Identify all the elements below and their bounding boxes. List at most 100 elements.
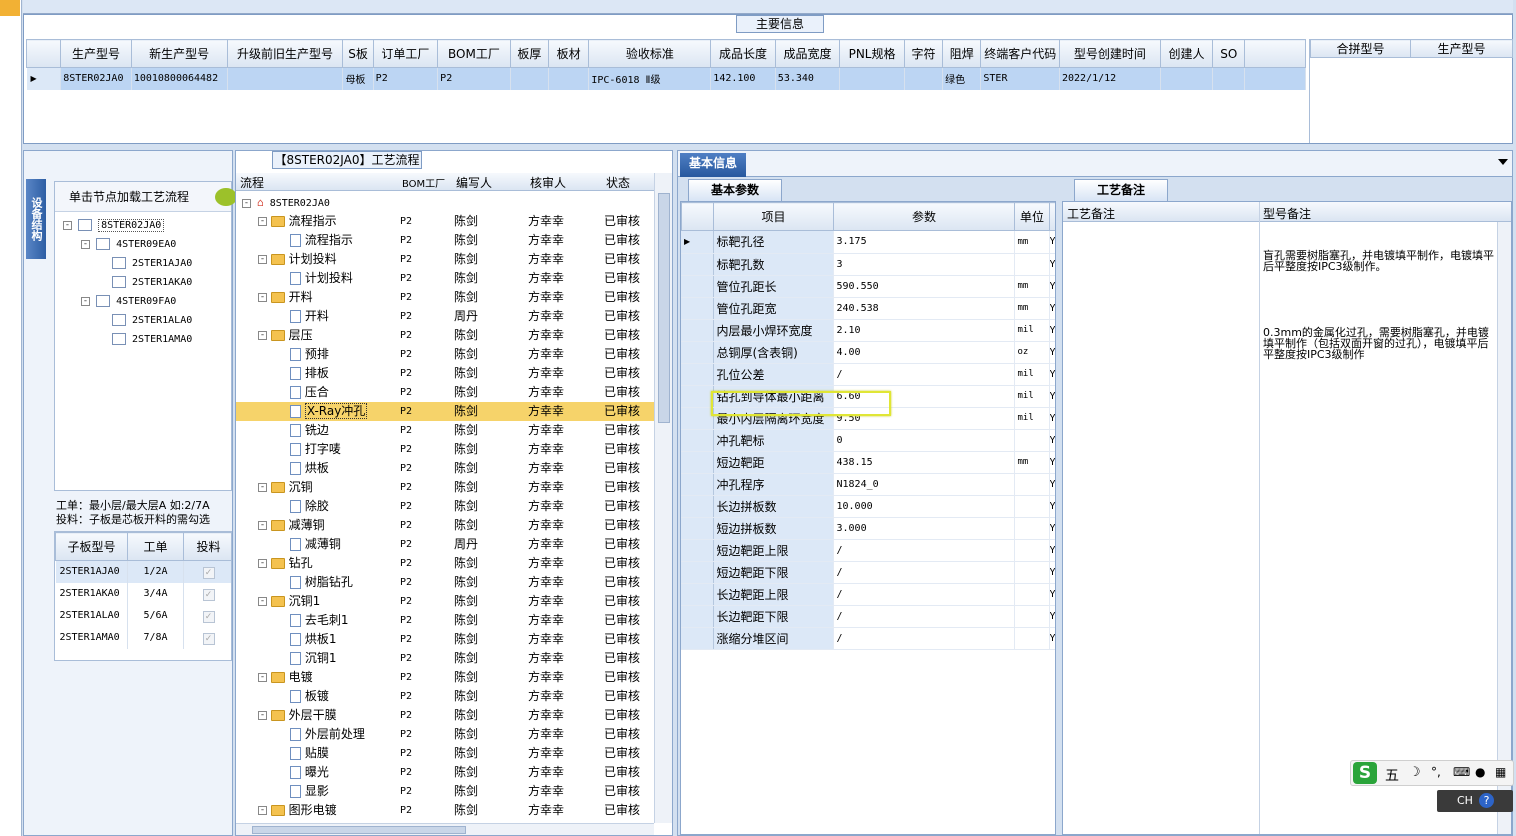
collapse-icon[interactable]: -: [258, 293, 267, 302]
param-row[interactable]: 短边靶距上限 / Y: [681, 539, 1055, 562]
flow-row[interactable]: 预排 P2 陈剑 方幸幸 已审核: [236, 345, 654, 364]
param-row[interactable]: 涨缩分堆区间 / Y: [681, 627, 1055, 650]
col-6[interactable]: 板厚: [509, 39, 550, 68]
collapse-icon[interactable]: -: [81, 296, 90, 306]
tree-node[interactable]: 2STER1AJA0: [99, 254, 192, 273]
lang-bar[interactable]: CH ?: [1437, 790, 1513, 812]
cell-13[interactable]: 绿色: [942, 67, 982, 90]
punct-icon[interactable]: °,: [1431, 765, 1441, 779]
col-0[interactable]: 生产型号: [60, 39, 132, 68]
grid-icon[interactable]: ▦: [1495, 765, 1506, 779]
param-row[interactable]: 长边靶距上限 / Y: [681, 583, 1055, 606]
flow-row[interactable]: 打字唛 P2 陈剑 方幸幸 已审核: [236, 440, 654, 459]
col-checker[interactable]: 核审人: [530, 174, 566, 191]
param-row[interactable]: 冲孔程序 N1824_0 Y: [681, 473, 1055, 496]
flow-row[interactable]: - 计划投料 P2 陈剑 方幸幸 已审核: [236, 250, 654, 269]
remark-scrollbar[interactable]: [1497, 222, 1511, 834]
table-row[interactable]: 2STER1ALA0 5/6A ✓: [55, 604, 231, 627]
row-indicator[interactable]: [681, 385, 714, 408]
col-model-remark[interactable]: 型号备注: [1263, 205, 1311, 222]
flow-row[interactable]: 流程指示 P2 陈剑 方幸幸 已审核: [236, 231, 654, 250]
col-10[interactable]: 成品宽度: [774, 39, 841, 68]
row-indicator[interactable]: [681, 319, 714, 342]
collapse-icon[interactable]: -: [258, 521, 267, 530]
collapse-icon[interactable]: -: [258, 711, 267, 720]
flow-row[interactable]: X-Ray冲孔 P2 陈剑 方幸幸 已审核: [236, 402, 654, 421]
tab-dropdown-arrow[interactable]: [1498, 159, 1508, 165]
checkbox[interactable]: ✓: [202, 567, 215, 580]
cell-16[interactable]: [1160, 67, 1214, 90]
cell-0[interactable]: 8STER02JA0: [60, 67, 132, 90]
collapse-icon[interactable]: -: [258, 806, 267, 815]
flow-tree[interactable]: - ⌂ 8STER02JA0- 流程指示 P2 陈剑 方幸幸 已审核 流程指示 P2 陈剑方…: [236, 193, 654, 823]
param-row[interactable]: 孔位公差 / mil Y: [681, 363, 1055, 386]
cell-3[interactable]: 母板: [342, 67, 374, 90]
flow-row[interactable]: 沉铜1 P2 陈剑 方幸幸 已审核: [236, 649, 654, 668]
flow-row[interactable]: - 图形电镀 P2 陈剑 方幸幸 已审核: [236, 801, 654, 820]
user-icon[interactable]: ●: [1475, 765, 1485, 779]
row-indicator[interactable]: [681, 561, 714, 584]
flow-row[interactable]: - 开料 P2 陈剑 方幸幸 已审核: [236, 288, 654, 307]
row-indicator[interactable]: [681, 297, 714, 320]
param-row[interactable]: 管位孔距宽 240.538 mm Y: [681, 297, 1055, 320]
table-row[interactable]: 2STER1AJA0 1/2A ✓: [55, 560, 231, 583]
col-14[interactable]: 终端客户代码: [980, 39, 1060, 68]
col-flow[interactable]: 流程: [240, 174, 264, 191]
param-row[interactable]: 内层最小焊环宽度 2.10 mil Y: [681, 319, 1055, 342]
col-5[interactable]: BOM工厂: [437, 39, 511, 68]
col-2[interactable]: 升级前旧生产型号: [226, 39, 344, 68]
flow-row[interactable]: - 沉铜1 P2 陈剑 方幸幸 已审核: [236, 592, 654, 611]
cell-11[interactable]: [839, 67, 905, 90]
row-indicator[interactable]: [681, 605, 714, 628]
ime-toolbar[interactable]: S 五 ☽ °, ⌨ ● ▦: [1350, 760, 1514, 786]
param-row[interactable]: 短边靶距下限 / Y: [681, 561, 1055, 584]
row-indicator[interactable]: [681, 473, 714, 496]
param-row[interactable]: 标靶孔数 3 Y: [681, 253, 1055, 276]
row-indicator[interactable]: ▶: [26, 67, 62, 90]
cell-4[interactable]: P2: [373, 67, 439, 90]
help-icon[interactable]: ?: [1479, 793, 1494, 808]
collapse-icon[interactable]: -: [258, 483, 267, 492]
param-row[interactable]: 长边拼板数 10.000 Y: [681, 495, 1055, 518]
col-15[interactable]: 型号创建时间: [1059, 39, 1161, 68]
col-17[interactable]: SO: [1212, 39, 1246, 68]
row-indicator[interactable]: [681, 627, 714, 650]
col-process-remark[interactable]: 工艺备注: [1067, 205, 1115, 222]
flow-hscrollbar[interactable]: [236, 823, 654, 835]
keyboard-icon[interactable]: ⌨: [1453, 765, 1470, 779]
flow-row[interactable]: - 电镀 P2 陈剑 方幸幸 已审核: [236, 668, 654, 687]
col-merge-model[interactable]: 合拼型号: [1310, 39, 1411, 58]
collapse-icon[interactable]: -: [258, 217, 267, 226]
params-grid[interactable]: ▶ 标靶孔径 3.175 mm Y 标靶孔数 3 Y 管位孔距长 590.550 mm Y 管位孔距宽 2…: [681, 231, 1055, 650]
collapse-icon[interactable]: -: [258, 255, 267, 264]
cell-8[interactable]: IPC-6018 Ⅱ级: [588, 67, 712, 90]
col-feed[interactable]: 投料: [183, 532, 231, 561]
row-indicator[interactable]: ▶: [681, 231, 714, 254]
row-indicator[interactable]: [681, 539, 714, 562]
merge-grid[interactable]: 合拼型号 生产型号: [1309, 39, 1513, 143]
cell-10[interactable]: 53.340: [775, 67, 841, 90]
col-param[interactable]: 参数: [833, 202, 1015, 231]
flow-row[interactable]: 压合 P2 陈剑 方幸幸 已审核: [236, 383, 654, 402]
cell-9[interactable]: 142.100: [710, 67, 776, 90]
collapse-icon[interactable]: -: [258, 559, 267, 568]
flow-row[interactable]: - 层压 P2 陈剑 方幸幸 已审核: [236, 326, 654, 345]
tree-node[interactable]: 2STER1ALA0: [99, 311, 192, 330]
tree-node[interactable]: 2STER1AMA0: [99, 330, 192, 349]
flow-row[interactable]: 铣边 P2 陈剑 方幸幸 已审核: [236, 421, 654, 440]
col-order[interactable]: 工单: [127, 532, 184, 561]
flow-row[interactable]: 烘板1 P2 陈剑 方幸幸 已审核: [236, 630, 654, 649]
tree-node[interactable]: - 8STER02JA0: [63, 216, 165, 235]
row-indicator[interactable]: [681, 429, 714, 452]
row-indicator[interactable]: [681, 451, 714, 474]
col-13[interactable]: 阻焊: [942, 39, 982, 68]
col-4[interactable]: 订单工厂: [372, 39, 439, 68]
col-item[interactable]: 项目: [713, 202, 834, 231]
collapse-icon[interactable]: -: [258, 331, 267, 340]
col-unit[interactable]: 单位: [1014, 202, 1050, 231]
ime-mode[interactable]: 五: [1385, 765, 1399, 785]
collapse-icon[interactable]: -: [258, 673, 267, 682]
flow-row[interactable]: 显影 P2 陈剑 方幸幸 已审核: [236, 782, 654, 801]
param-row[interactable]: 短边拼板数 3.000 Y: [681, 517, 1055, 540]
moon-icon[interactable]: ☽: [1409, 765, 1421, 780]
